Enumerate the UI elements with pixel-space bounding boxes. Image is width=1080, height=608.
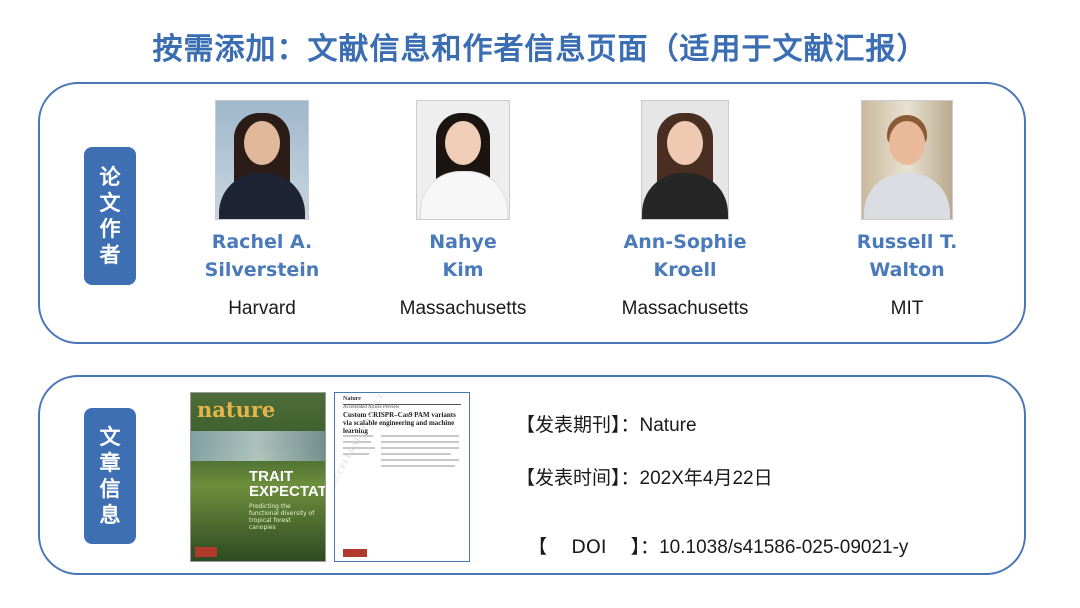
cover-subtitle: Predicting the functional diversity of t…	[249, 503, 315, 531]
info-doi-value: 10.1038/s41586-025-09021-y	[659, 537, 909, 558]
info-journal-label: 【发表期刊】：	[516, 414, 640, 436]
authors-section-tab: 论文作者	[84, 147, 136, 285]
info-journal-value: Nature	[639, 415, 697, 436]
paper-journal-logo: Nature	[343, 396, 361, 402]
info-date-value: 202X年4月22日	[639, 468, 773, 489]
authors-tab-label: 论文作者	[99, 165, 121, 267]
author-card-walton: Russell T. Walton MIT	[817, 100, 997, 320]
author-card-kroell: Ann-Sophie Kroell Massachusetts	[595, 100, 775, 320]
author-card-silverstein: Rachel A. Silverstein Harvard	[172, 100, 352, 320]
author-name: Rachel A. Silverstein	[204, 231, 320, 281]
author-name: Russell T. Walton	[856, 231, 958, 281]
author-photo	[861, 100, 953, 220]
article-section-tab: 文章信息	[84, 408, 136, 544]
author-photo	[416, 100, 510, 220]
author-affiliation: Harvard	[228, 298, 296, 319]
author-affiliation: Massachusetts	[621, 298, 749, 319]
author-photo	[215, 100, 309, 220]
author-name: Ann-Sophie Kroell	[623, 231, 747, 281]
author-card-kim: Nahye Kim Massachusetts	[373, 100, 553, 320]
author-affiliation: Massachusetts	[399, 298, 527, 319]
info-journal: 【发表期刊】：Nature	[516, 410, 697, 437]
paper-first-page-image: Nature Accelerated Article Preview Custo…	[334, 392, 470, 562]
cover-headline: TRAIT EXPECTATIONS	[249, 468, 326, 500]
author-photo	[641, 100, 729, 220]
page-title: 按需添加：文献信息和作者信息页面（适用于文献汇报）	[152, 32, 928, 67]
journal-cover-image: nature TRAIT EXPECTATIONS Predicting the…	[190, 392, 326, 562]
info-date: 【发表时间】：202X年4月22日	[516, 463, 773, 490]
info-doi: 【 DOI 】：10.1038/s41586-025-09021-y	[516, 510, 908, 559]
info-doi-label: 【 DOI 】：	[528, 536, 660, 558]
article-tab-label: 文章信息	[99, 425, 121, 527]
author-name: Nahye Kim	[429, 231, 497, 281]
cover-logo: nature	[197, 397, 276, 422]
info-date-label: 【发表时间】：	[516, 467, 640, 489]
author-affiliation: MIT	[890, 298, 924, 319]
